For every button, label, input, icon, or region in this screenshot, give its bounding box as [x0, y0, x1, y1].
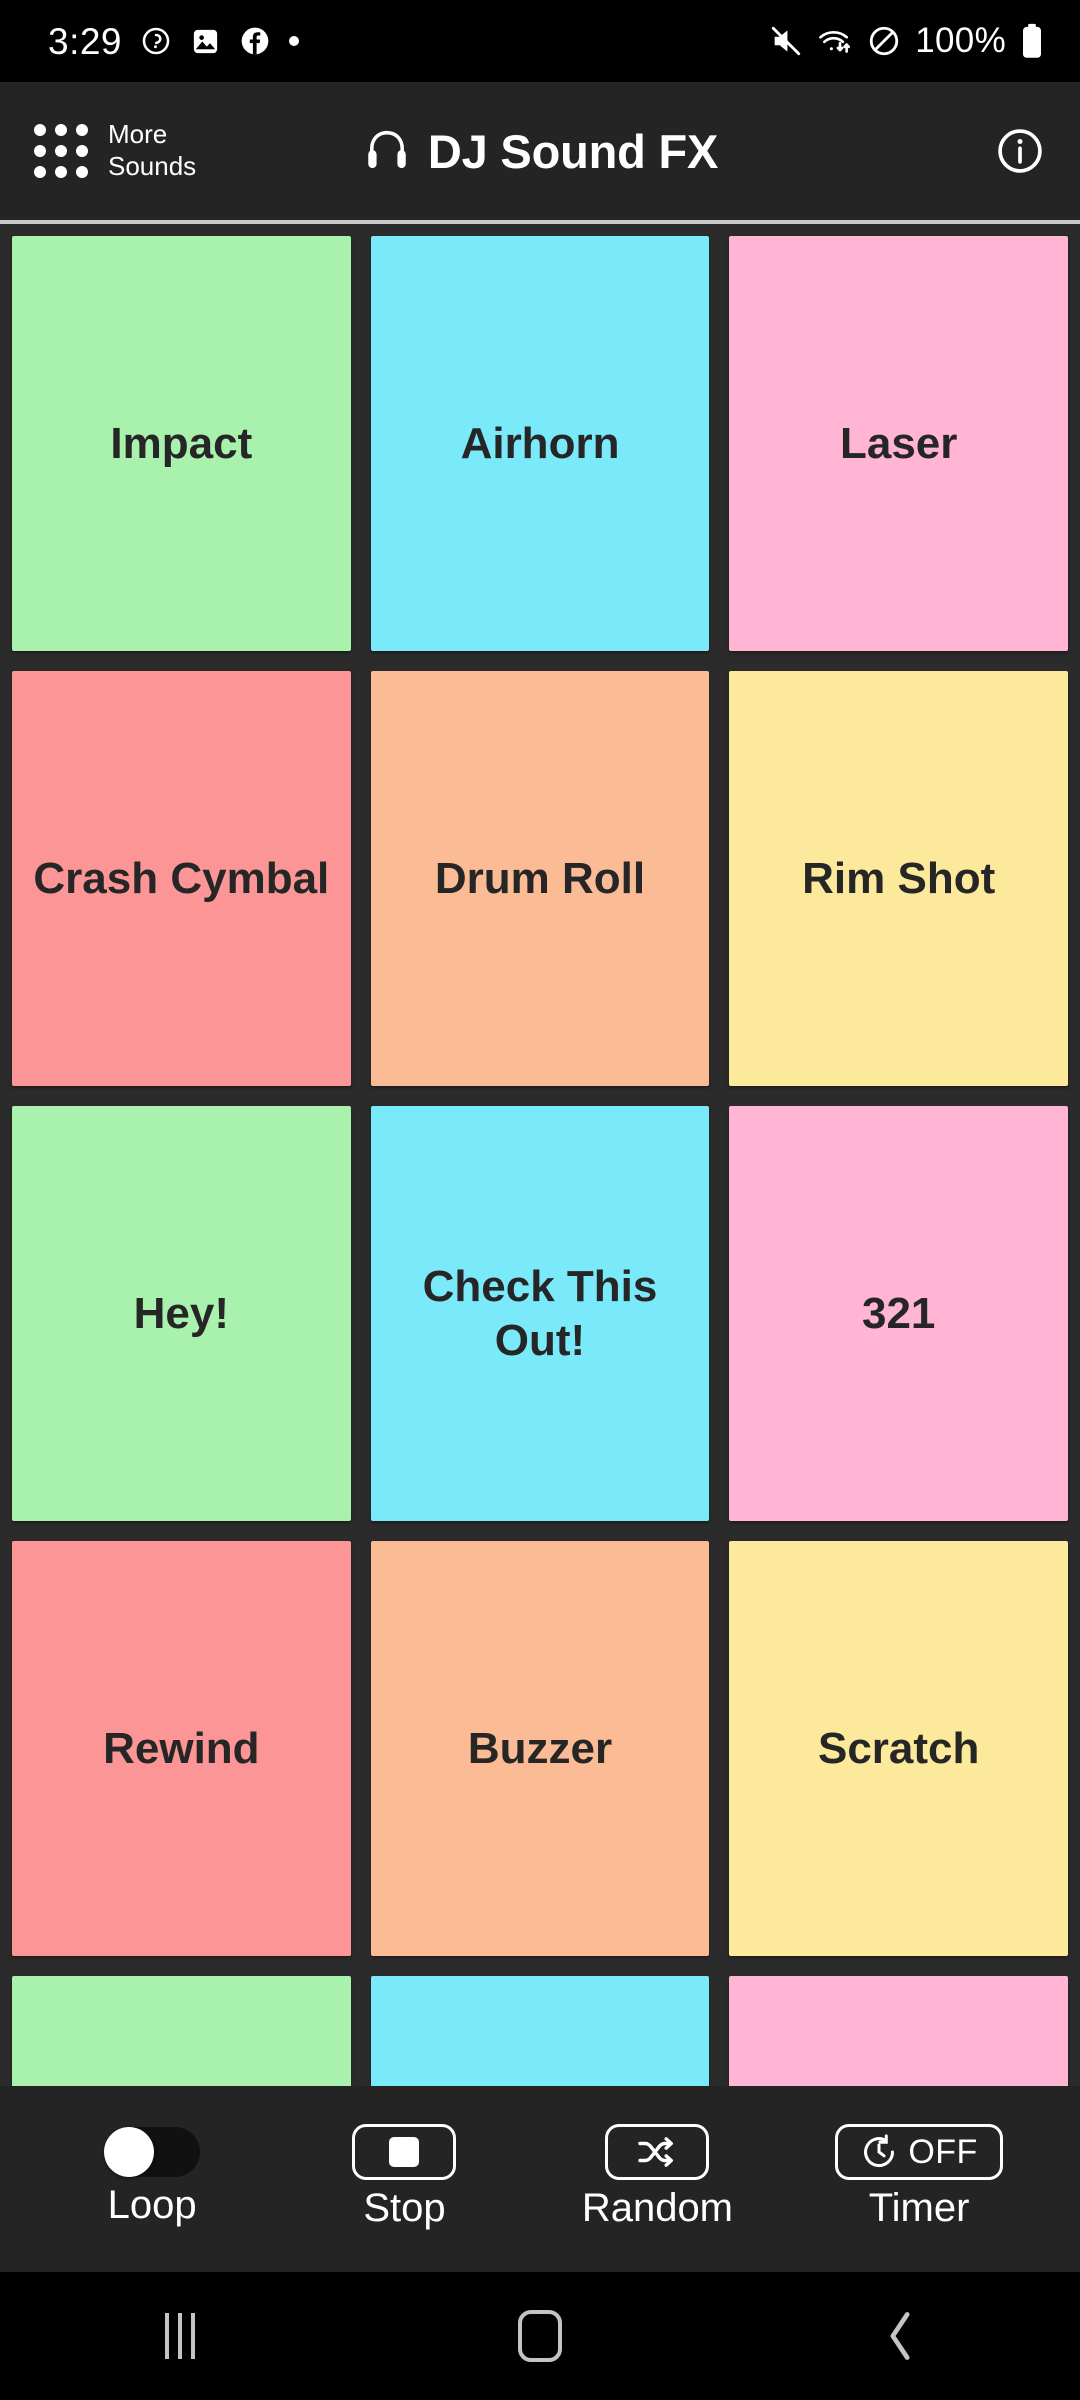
shuffle-icon: [636, 2135, 678, 2169]
loop-label: Loop: [107, 2183, 197, 2227]
stop-label: Stop: [363, 2186, 446, 2230]
soundboard-grid: Impact Airhorn Laser Crash Cymbal Drum R…: [0, 224, 1080, 2086]
mute-icon: [769, 24, 803, 58]
wifi-icon: [817, 24, 853, 58]
recents-icon: [165, 2313, 195, 2359]
nav-recents-button[interactable]: [105, 2272, 255, 2400]
info-button[interactable]: [994, 125, 1046, 177]
pad-label: Check This Out!: [422, 1261, 658, 1365]
pad-label: Laser: [839, 418, 958, 468]
timer-icon: [860, 2133, 898, 2171]
pad-partial-3[interactable]: [729, 1976, 1069, 2086]
pad-label: Impact: [110, 418, 253, 468]
pad-label: Buzzer: [467, 1723, 613, 1773]
do-not-disturb-icon: [867, 24, 901, 58]
status-bar-clock: 3:29: [48, 20, 123, 62]
pad-label: Hey!: [133, 1288, 230, 1338]
pad-rim-shot[interactable]: Rim Shot: [729, 671, 1069, 1086]
pad-label: 321: [861, 1288, 936, 1338]
timer-label: Timer: [868, 2186, 970, 2230]
pad-label: Scratch: [817, 1723, 980, 1773]
nav-back-button[interactable]: [825, 2272, 975, 2400]
stop-button[interactable]: [352, 2124, 457, 2180]
status-bar: 3:29 100%: [0, 0, 1080, 82]
pad-321[interactable]: 321: [729, 1106, 1069, 1521]
random-control[interactable]: Random: [582, 2124, 733, 2228]
toggle-switch-icon[interactable]: [104, 2127, 201, 2177]
home-icon: [518, 2310, 562, 2362]
pad-laser[interactable]: Laser: [729, 236, 1069, 651]
timer-value: OFF: [908, 2133, 978, 2171]
headphones-icon: [362, 126, 412, 176]
pad-row-1: Impact Airhorn Laser: [12, 224, 1069, 651]
pad-impact[interactable]: Impact: [12, 236, 351, 651]
more-sounds-label: More Sounds: [108, 119, 196, 182]
pad-row-5-partial: [12, 1976, 1069, 2086]
pad-label: Rim Shot: [802, 853, 996, 903]
battery-icon: [1020, 23, 1044, 59]
pad-row-4: Rewind Buzzer Scratch: [12, 1541, 1069, 1956]
pad-buzzer[interactable]: Buzzer: [370, 1541, 710, 1956]
pad-drum-roll[interactable]: Drum Roll: [370, 671, 710, 1086]
pad-label: Drum Roll: [434, 853, 646, 903]
loop-control[interactable]: Loop: [77, 2127, 227, 2225]
status-bar-right: 100%: [769, 21, 1044, 61]
page-title: DJ Sound FX: [427, 124, 719, 178]
pad-partial-2[interactable]: [370, 1976, 710, 2086]
pad-label: Crash Cymbal: [33, 853, 330, 903]
pad-check-this-out[interactable]: Check This Out!: [370, 1106, 710, 1521]
random-button[interactable]: [605, 2124, 710, 2180]
phone-screen: 3:29 100% More Sounds DJ Sound FX Impact…: [0, 0, 1080, 2400]
stop-square-icon: [389, 2137, 420, 2167]
android-nav-bar: [0, 2272, 1080, 2400]
dot-indicator: [289, 36, 300, 46]
pad-crash-cymbal[interactable]: Crash Cymbal: [12, 671, 351, 1086]
info-icon: [994, 125, 1046, 177]
pad-hey[interactable]: Hey!: [12, 1106, 351, 1521]
random-label: Random: [581, 2186, 734, 2230]
timer-button[interactable]: OFF: [835, 2124, 1003, 2180]
pad-label: Airhorn: [460, 418, 620, 468]
pad-row-2: Crash Cymbal Drum Roll Rim Shot: [12, 671, 1069, 1086]
apps-grid-icon: [34, 124, 88, 178]
pad-label: Rewind: [103, 1723, 260, 1773]
app-header: More Sounds DJ Sound FX: [0, 82, 1080, 224]
pad-row-3: Hey! Check This Out! 321: [12, 1106, 1069, 1521]
facebook-icon: [239, 25, 271, 57]
battery-percent-label: 100%: [915, 21, 1006, 60]
stop-control[interactable]: Stop: [329, 2124, 479, 2228]
back-icon: [883, 2309, 917, 2363]
clock-refresh-icon: [140, 25, 172, 57]
more-sounds-line1: More: [108, 119, 168, 150]
timer-control[interactable]: OFF Timer: [835, 2124, 1003, 2230]
more-sounds-line2: Sounds: [108, 151, 197, 181]
control-bar: Loop Stop Random OFF Timer: [0, 2086, 1080, 2272]
pad-partial-1[interactable]: [12, 1976, 351, 2086]
pad-airhorn[interactable]: Airhorn: [370, 236, 710, 651]
pad-scratch[interactable]: Scratch: [729, 1541, 1069, 1956]
nav-home-button[interactable]: [465, 2272, 615, 2400]
more-sounds-button[interactable]: More Sounds: [34, 119, 196, 182]
toggle-knob: [104, 2127, 155, 2177]
pad-rewind[interactable]: Rewind: [12, 1541, 351, 1956]
photo-icon: [190, 26, 221, 57]
status-bar-left: 3:29: [48, 20, 300, 62]
